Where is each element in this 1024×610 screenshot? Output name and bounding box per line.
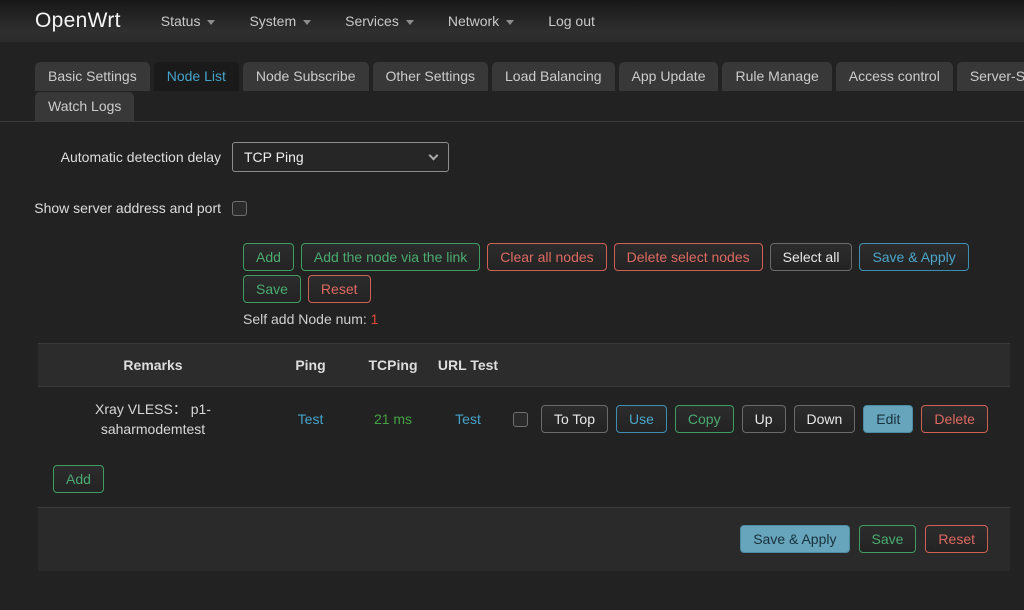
save-button-footer[interactable]: Save	[859, 525, 917, 553]
node-table-header: Remarks Ping TCPing URL Test	[38, 344, 1010, 387]
tab-row-1: Basic Settings Node List Node Subscribe …	[35, 62, 1024, 91]
nav-network[interactable]: Network	[448, 13, 514, 29]
footer-bar: Save & Apply Save Reset	[38, 507, 1010, 571]
table-row: Xray VLESS： p1-saharmodemtest Test 21 ms…	[38, 387, 1010, 452]
node-remarks: Xray VLESS： p1-saharmodemtest	[68, 399, 238, 440]
tab-bar: Basic Settings Node List Node Subscribe …	[0, 42, 1024, 122]
detection-delay-value: TCP Ping	[244, 149, 304, 165]
save-apply-button-footer[interactable]: Save & Apply	[740, 525, 849, 553]
show-server-label: Show server address and port	[0, 200, 232, 216]
openwrt-logo: OpenWrt	[35, 9, 121, 33]
save-apply-button-top[interactable]: Save & Apply	[859, 243, 968, 271]
node-actions-row-1: Add Add the node via the link Clear all …	[243, 243, 1024, 271]
node-table: Remarks Ping TCPing URL Test Xray VLESS：…	[38, 343, 1010, 452]
ping-test-link[interactable]: Test	[298, 411, 324, 427]
tab-node-list[interactable]: Node List	[154, 62, 239, 91]
tab-load-balancing[interactable]: Load Balancing	[492, 62, 615, 91]
detection-delay-row: Automatic detection delay TCP Ping	[0, 142, 1024, 172]
clear-all-nodes-button[interactable]: Clear all nodes	[487, 243, 606, 271]
tab-app-update[interactable]: App Update	[619, 62, 719, 91]
node-actions: Add Add the node via the link Clear all …	[243, 243, 1024, 327]
self-add-node-num: Self add Node num: 1	[243, 311, 1024, 327]
nav-services[interactable]: Services	[345, 13, 414, 29]
chevron-down-icon	[406, 20, 414, 25]
tab-server-side[interactable]: Server-Side	[957, 62, 1024, 91]
nav-logout-label: Log out	[548, 13, 595, 29]
reset-button-footer[interactable]: Reset	[925, 525, 988, 553]
header-url-test: URL Test	[433, 357, 503, 373]
chevron-down-icon	[207, 20, 215, 25]
node-operations: To Top Use Copy Up Down Edit Delete	[503, 405, 1010, 433]
reset-button-top[interactable]: Reset	[308, 275, 371, 303]
select-all-button[interactable]: Select all	[770, 243, 853, 271]
tab-rule-manage[interactable]: Rule Manage	[722, 62, 831, 91]
chevron-down-icon	[303, 20, 311, 25]
self-add-node-num-count: 1	[371, 311, 379, 327]
header-tcping: TCPing	[353, 357, 433, 373]
chevron-down-icon	[429, 150, 439, 160]
nav-system-label: System	[249, 13, 296, 29]
self-add-node-num-label: Self add Node num:	[243, 311, 367, 327]
detection-delay-select[interactable]: TCP Ping	[232, 142, 449, 172]
up-button[interactable]: Up	[742, 405, 786, 433]
nav-system[interactable]: System	[249, 13, 311, 29]
topbar: OpenWrt Status System Services Network L…	[0, 0, 1024, 42]
nav-logout[interactable]: Log out	[548, 13, 595, 29]
nav-network-label: Network	[448, 13, 499, 29]
use-button[interactable]: Use	[616, 405, 667, 433]
tab-node-subscribe[interactable]: Node Subscribe	[243, 62, 369, 91]
edit-button[interactable]: Edit	[863, 405, 913, 433]
save-button-top[interactable]: Save	[243, 275, 301, 303]
show-server-checkbox[interactable]	[232, 201, 247, 216]
nav-status-label: Status	[161, 13, 201, 29]
tab-other-settings[interactable]: Other Settings	[373, 62, 489, 91]
add-button[interactable]: Add	[243, 243, 294, 271]
chevron-down-icon	[506, 20, 514, 25]
add-node-via-link-button[interactable]: Add the node via the link	[301, 243, 480, 271]
node-actions-row-2: Save Reset	[243, 275, 1024, 303]
nav-services-label: Services	[345, 13, 399, 29]
tab-access-control[interactable]: Access control	[836, 62, 953, 91]
tab-watch-logs[interactable]: Watch Logs	[35, 92, 134, 121]
add-node-button-bottom[interactable]: Add	[53, 465, 104, 493]
url-test-link[interactable]: Test	[455, 411, 481, 427]
copy-button[interactable]: Copy	[675, 405, 734, 433]
tab-basic-settings[interactable]: Basic Settings	[35, 62, 150, 91]
delete-select-nodes-button[interactable]: Delete select nodes	[614, 243, 763, 271]
delete-button[interactable]: Delete	[921, 405, 987, 433]
tab-row-2: Watch Logs	[35, 92, 1024, 121]
node-select-checkbox[interactable]	[513, 412, 528, 427]
header-remarks: Remarks	[38, 357, 268, 373]
to-top-button[interactable]: To Top	[541, 405, 608, 433]
tcping-latency: 21 ms	[374, 411, 412, 427]
header-ping: Ping	[268, 357, 353, 373]
show-server-row: Show server address and port	[0, 200, 1024, 216]
nav-status[interactable]: Status	[161, 13, 216, 29]
detection-delay-label: Automatic detection delay	[0, 149, 232, 165]
down-button[interactable]: Down	[794, 405, 856, 433]
